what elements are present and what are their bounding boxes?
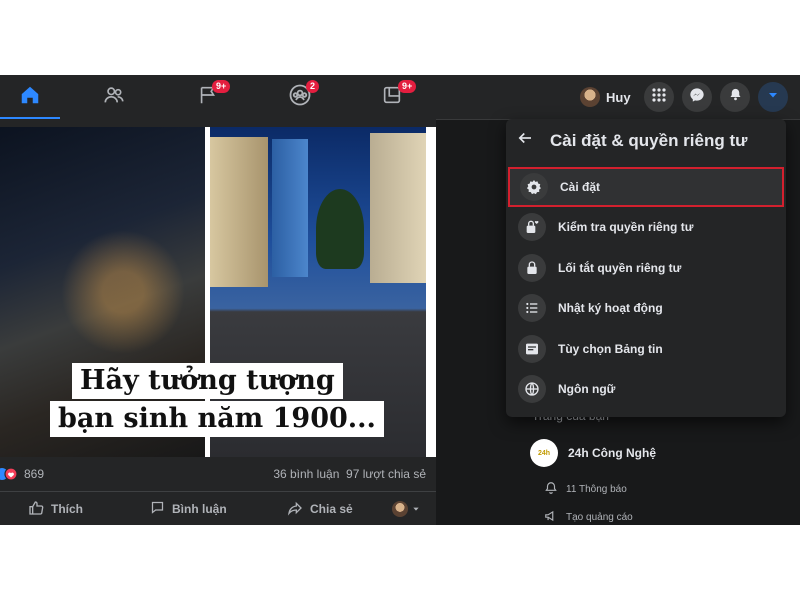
engagement-stats: 36 bình luận 97 lượt chia sẻ bbox=[273, 467, 426, 481]
menu-item-settings[interactable]: Cài đặt bbox=[508, 167, 784, 207]
share-button[interactable]: Chia sẻ bbox=[287, 492, 353, 525]
settings-privacy-menu: Cài đặt & quyền riêng tư Cài đặt Kiểm tr… bbox=[506, 119, 786, 417]
profile-name: Huy bbox=[606, 89, 631, 105]
post-image[interactable]: Hãy tưởng tượng bạn sinh năm 1900... bbox=[0, 127, 436, 457]
chevron-down-icon bbox=[412, 502, 420, 516]
back-arrow-icon[interactable] bbox=[516, 129, 534, 152]
caret-down-icon bbox=[767, 88, 779, 106]
your-pages-panel: Trang của bạn 24h 24h Công Nghệ 11 Thông… bbox=[520, 405, 800, 525]
menu-item-privacy-shortcuts[interactable]: Lối tắt quyền riêng tư bbox=[508, 248, 784, 288]
tab-friends[interactable] bbox=[84, 75, 144, 119]
feed-post: Hãy tưởng tượng bạn sinh năm 1900... 869… bbox=[0, 119, 436, 525]
tab-home[interactable] bbox=[0, 75, 60, 120]
feed-icon bbox=[518, 335, 546, 363]
list-icon bbox=[518, 294, 546, 322]
home-icon bbox=[19, 84, 41, 111]
tab-gaming[interactable]: 9+ bbox=[362, 75, 422, 119]
profile-button[interactable]: Huy bbox=[578, 83, 637, 111]
share-count[interactable]: 97 lượt chia sẻ bbox=[346, 467, 426, 481]
gear-icon bbox=[520, 173, 548, 201]
menu-title: Cài đặt & quyền riêng tư bbox=[550, 130, 748, 150]
page-notifications-link[interactable]: 11 Thông báo bbox=[544, 481, 627, 498]
like-button[interactable]: Thích bbox=[28, 492, 83, 525]
messenger-icon bbox=[689, 87, 705, 108]
avatar bbox=[580, 87, 600, 107]
megaphone-icon bbox=[544, 509, 558, 525]
building-shape bbox=[272, 139, 308, 277]
notification-badge: 2 bbox=[306, 80, 320, 93]
create-ad-label: Tạo quảng cáo bbox=[566, 512, 633, 523]
menu-item-label: Ngôn ngữ bbox=[558, 382, 616, 396]
share-label: Chia sẻ bbox=[310, 502, 353, 516]
notifications-button[interactable] bbox=[720, 82, 750, 112]
avatar bbox=[392, 501, 408, 517]
menu-item-language[interactable]: Ngôn ngữ bbox=[508, 369, 784, 409]
bell-icon bbox=[728, 87, 743, 107]
thumbs-up-icon bbox=[28, 500, 44, 519]
comment-button[interactable]: Bình luận bbox=[150, 492, 227, 525]
menu-grid-icon bbox=[652, 87, 666, 107]
building-shape bbox=[370, 133, 426, 283]
lock-heart-icon bbox=[518, 213, 546, 241]
page-item[interactable]: 24h 24h Công Nghệ bbox=[530, 439, 656, 467]
menu-item-label: Kiểm tra quyền riêng tư bbox=[558, 220, 694, 234]
facebook-window: 9+ 2 9+ Huy Hãy tưởng tượng bạn sinh năm… bbox=[0, 75, 800, 525]
tab-pages[interactable]: 9+ bbox=[178, 75, 238, 119]
caption-line-2: bạn sinh năm 1900... bbox=[50, 401, 384, 437]
menu-item-label: Cài đặt bbox=[560, 180, 601, 194]
menu-item-label: Tùy chọn Bảng tin bbox=[558, 342, 663, 356]
page-name: 24h Công Nghệ bbox=[568, 446, 657, 460]
lock-icon bbox=[518, 254, 546, 282]
menu-button[interactable] bbox=[644, 82, 674, 112]
notification-badge: 9+ bbox=[212, 80, 231, 93]
menu-item-label: Lối tắt quyền riêng tư bbox=[558, 261, 682, 275]
comment-count[interactable]: 36 bình luận bbox=[273, 467, 339, 481]
tree-shape bbox=[316, 189, 364, 269]
menu-item-activity-log[interactable]: Nhật ký hoạt động bbox=[508, 288, 784, 328]
notification-badge: 9+ bbox=[398, 80, 417, 93]
bell-icon bbox=[544, 481, 558, 498]
create-ad-link[interactable]: Tạo quảng cáo bbox=[544, 509, 633, 525]
reaction-summary: 869 36 bình luận 97 lượt chia sẻ bbox=[0, 458, 436, 490]
post-action-bar: Thích Bình luận Chia sẻ bbox=[0, 491, 436, 525]
building-shape bbox=[210, 137, 268, 287]
heart-reaction-icon[interactable] bbox=[0, 467, 18, 481]
comment-icon bbox=[150, 500, 165, 518]
reaction-count[interactable]: 869 bbox=[24, 467, 44, 481]
tab-groups[interactable]: 2 bbox=[270, 75, 330, 119]
menu-item-feed-preferences[interactable]: Tùy chọn Bảng tin bbox=[508, 329, 784, 369]
menu-item-privacy-checkup[interactable]: Kiểm tra quyền riêng tư bbox=[508, 207, 784, 247]
menu-header: Cài đặt & quyền riêng tư bbox=[516, 129, 747, 152]
account-button[interactable] bbox=[758, 82, 788, 112]
messenger-button[interactable] bbox=[682, 82, 712, 112]
globe-icon bbox=[518, 375, 546, 403]
caption-line-1: Hãy tưởng tượng bbox=[72, 363, 343, 399]
notifications-label: 11 Thông báo bbox=[566, 484, 627, 495]
top-navigation: 9+ 2 9+ Huy bbox=[0, 75, 800, 120]
comment-label: Bình luận bbox=[172, 502, 227, 516]
menu-item-label: Nhật ký hoạt động bbox=[558, 301, 663, 315]
like-label: Thích bbox=[51, 502, 83, 516]
page-logo: 24h bbox=[530, 439, 558, 467]
friends-icon bbox=[103, 84, 125, 111]
share-icon bbox=[287, 500, 303, 519]
reaction-audience-selector[interactable] bbox=[392, 492, 420, 525]
